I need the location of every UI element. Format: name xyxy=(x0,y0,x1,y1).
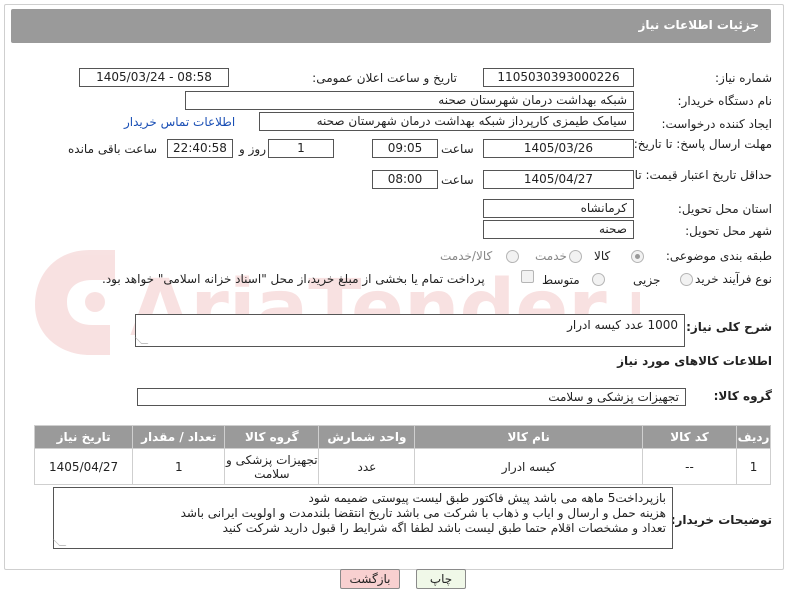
category-option-goods-service: کالا/خدمت xyxy=(440,249,493,263)
category-option-service: خدمت xyxy=(535,249,567,263)
creator-label: ایجاد کننده درخواست: xyxy=(661,117,772,131)
buyer-notes-textarea: بازپرداخت5 ماهه می باشد پیش فاکتور طبق ل… xyxy=(52,487,673,549)
city-field: صحنه xyxy=(483,220,634,239)
buyer-notes-line: تعداد و مشخصات اقلام حتما طبق لیست باشد … xyxy=(222,521,666,535)
description-label: شرح کلی نیاز: xyxy=(686,320,772,334)
need-number-label: شماره نیاز: xyxy=(715,71,772,85)
category-radio-goods[interactable] xyxy=(631,250,644,263)
remaining-time-label: ساعت باقی مانده xyxy=(68,142,158,156)
deadline-time-label: ساعت xyxy=(441,142,474,156)
panel-header: جزئیات اطلاعات نیاز xyxy=(11,9,771,43)
goods-group-label: گروه کالا: xyxy=(713,389,772,403)
cell-name: کیسه ادرار xyxy=(414,448,643,485)
cell-code: -- xyxy=(641,448,738,485)
deadline-days-field: 1 xyxy=(268,139,334,158)
col-qty: تعداد / مقدار xyxy=(132,425,226,449)
process-option-medium: متوسط xyxy=(542,273,580,287)
print-button[interactable]: چاپ xyxy=(416,569,466,589)
category-option-goods: کالا xyxy=(594,249,611,263)
buyer-org-label: نام دستگاه خریدار: xyxy=(677,94,773,108)
cell-date: 1405/04/27 xyxy=(33,448,134,485)
announce-field: 1405/03/24 - 08:58 xyxy=(79,68,229,87)
deadline-date-field: 1405/03/26 xyxy=(483,139,634,158)
cell-unit: عدد xyxy=(318,448,416,485)
buyer-org-field: شبکه بهداشت درمان شهرستان صحنه xyxy=(185,91,634,110)
deadline-time-field: 09:05 xyxy=(372,139,438,158)
deadline-days-label: روز و xyxy=(239,142,266,156)
goods-info-title: اطلاعات کالاهای مورد نیاز xyxy=(617,354,772,368)
cell-group: تجهیزات پزشکی و سلامت xyxy=(224,448,320,485)
buyer-notes-line: بازپرداخت5 ماهه می باشد پیش فاکتور طبق ل… xyxy=(308,491,666,505)
province-label: استان محل تحویل: xyxy=(677,202,772,216)
resize-grip-icon[interactable] xyxy=(52,539,67,546)
process-option-minor: جزیی xyxy=(633,273,661,287)
deadline-label: مهلت ارسال پاسخ: تا تاریخ: xyxy=(633,137,772,151)
resize-grip-icon[interactable] xyxy=(134,337,149,344)
buyer-notes-line: هزینه حمل و ارسال و ایاب و ذهاب با شرکت … xyxy=(180,506,666,520)
col-group: گروه کالا xyxy=(224,425,320,449)
price-validity-time-label: ساعت xyxy=(441,173,474,187)
col-row: ردیف xyxy=(736,425,771,449)
process-label: نوع فرآیند خرید : xyxy=(687,272,772,286)
remaining-time-field: 22:40:58 xyxy=(167,139,233,158)
details-panel xyxy=(4,4,784,570)
price-validity-date-field: 1405/04/27 xyxy=(483,170,634,189)
treasury-payment-checkbox[interactable] xyxy=(521,270,534,283)
cell-qty: 1 xyxy=(132,448,226,485)
announce-label: تاریخ و ساعت اعلان عمومی: xyxy=(312,71,457,85)
description-textarea: 1000 عدد کیسه ادرار xyxy=(134,314,685,347)
col-date: تاریخ نیاز xyxy=(33,425,134,449)
process-radio-medium[interactable] xyxy=(592,273,605,286)
goods-group-field: تجهیزات پزشکی و سلامت xyxy=(137,388,686,406)
col-unit: واحد شمارش xyxy=(318,425,416,449)
panel-title: جزئیات اطلاعات نیاز xyxy=(638,18,759,32)
treasury-payment-note: پرداخت تمام یا بخشی از مبلغ خرید،از محل … xyxy=(102,272,485,286)
category-label: طبقه بندی موضوعی: xyxy=(665,249,772,263)
creator-field: سیامک طیمزی کارپرداز شبکه بهداشت درمان ش… xyxy=(259,112,634,131)
province-field: کرمانشاه xyxy=(483,199,634,218)
col-name: نام کالا xyxy=(414,425,643,449)
category-radio-goods-service[interactable] xyxy=(506,250,519,263)
process-radio-minor[interactable] xyxy=(680,273,693,286)
table-row: 1 -- کیسه ادرار عدد تجهیزات پزشکی و سلام… xyxy=(33,448,771,485)
description-text: 1000 عدد کیسه ادرار xyxy=(567,318,678,332)
col-code: کد کالا xyxy=(641,425,738,449)
back-button[interactable]: بازگشت xyxy=(340,569,400,589)
goods-table: ردیف کد کالا نام کالا واحد شمارش گروه کا… xyxy=(33,425,771,485)
table-header-row: ردیف کد کالا نام کالا واحد شمارش گروه کا… xyxy=(33,425,771,449)
buyer-notes-label: توضیحات خریدار: xyxy=(670,513,772,527)
cell-row: 1 xyxy=(736,448,771,485)
city-label: شهر محل تحویل: xyxy=(685,224,772,238)
need-number-field: 1105030393000226 xyxy=(483,68,634,87)
buyer-contact-link[interactable]: اطلاعات تماس خریدار xyxy=(124,115,235,129)
category-radio-service[interactable] xyxy=(569,250,582,263)
price-validity-time-field: 08:00 xyxy=(372,170,438,189)
